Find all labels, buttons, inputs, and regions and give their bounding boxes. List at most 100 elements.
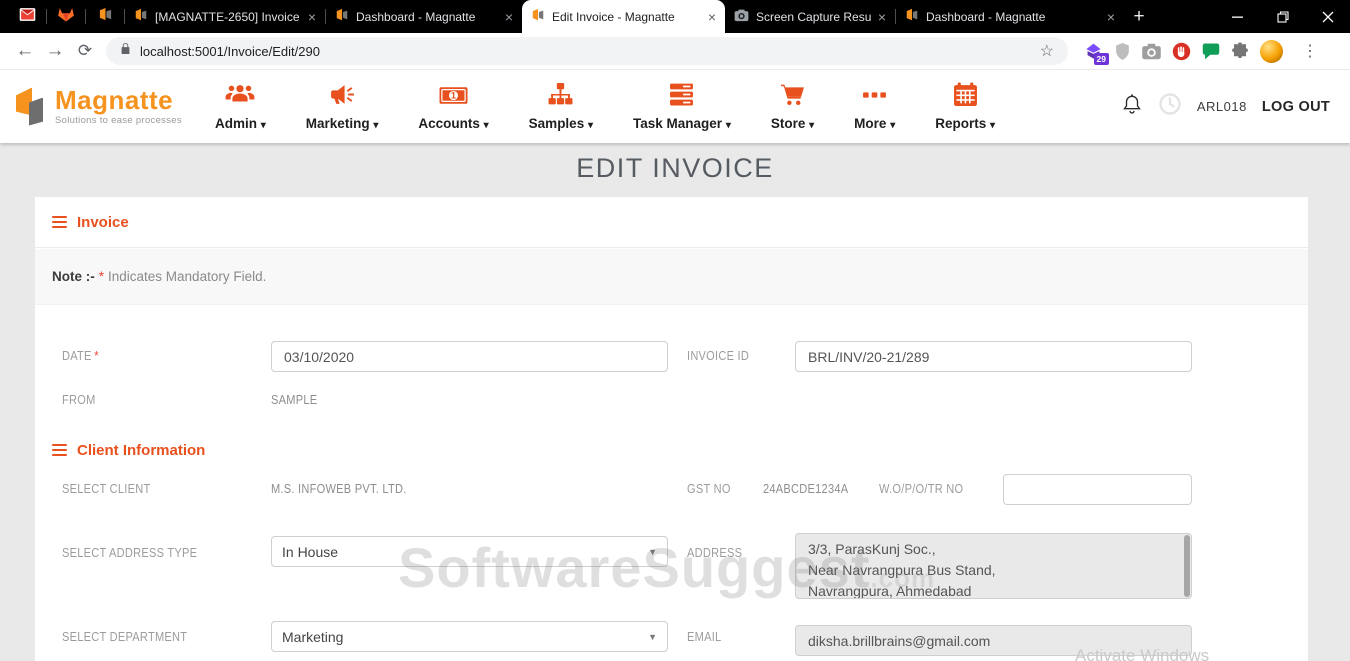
hamburger-icon <box>52 444 67 457</box>
chevron-down-icon: ▾ <box>373 120 378 131</box>
tab-close-icon[interactable]: × <box>505 10 513 24</box>
address-type-select[interactable]: In House ▼ <box>271 536 668 567</box>
banknote-icon: 1 <box>439 84 468 112</box>
menu-store[interactable]: Store ▾ <box>771 82 814 131</box>
browser-tab-active[interactable]: Edit Invoice - Magnatte × <box>522 0 725 33</box>
chevron-down-icon: ▾ <box>726 120 731 131</box>
ellipsis-icon <box>861 82 888 112</box>
tab-title: Dashboard - Magnatte <box>926 10 1100 24</box>
department-label: SELECT DEPARTMENT <box>62 629 187 644</box>
menu-accounts[interactable]: 1 Accounts ▾ <box>418 84 488 131</box>
menu-label: Accounts <box>418 116 480 131</box>
tab-title: [MAGNATTE-2650] Invoice <box>155 10 301 24</box>
screenshot-camera-icon[interactable] <box>1142 43 1161 60</box>
browser-tab[interactable]: Dashboard - Magnatte × <box>896 0 1124 33</box>
note-prefix: Note :- <box>52 269 95 284</box>
email-label: EMAIL <box>687 629 721 644</box>
calendar-icon <box>953 82 978 112</box>
clock-icon[interactable] <box>1158 92 1182 121</box>
menu-reports[interactable]: Reports ▾ <box>935 82 995 131</box>
menu-label: Marketing <box>306 116 370 131</box>
shield-icon[interactable] <box>1114 42 1131 61</box>
extension-purple-icon[interactable]: 29 <box>1084 42 1103 61</box>
browser-tab[interactable]: Dashboard - Magnatte × <box>326 0 522 33</box>
new-tab-button[interactable]: + <box>1124 6 1154 28</box>
menu-label: Samples <box>529 116 585 131</box>
username-text[interactable]: ARL018 <box>1197 99 1247 114</box>
extensions-area: 29 ⋮ <box>1084 40 1318 63</box>
window-restore-button[interactable] <box>1260 0 1305 33</box>
tab-close-icon[interactable]: × <box>878 10 886 24</box>
pinned-tab-gmail[interactable] <box>8 6 46 28</box>
section-client-header: Client Information <box>35 435 205 465</box>
url-text[interactable]: localhost:5001/Invoice/Edit/290 <box>140 44 320 59</box>
chevron-down-icon: ▾ <box>809 120 814 131</box>
forward-button[interactable]: → <box>40 40 70 62</box>
adblock-hand-icon[interactable] <box>1172 42 1191 61</box>
tab-title: Screen Capture Result <box>756 10 871 24</box>
page-body: EDIT INVOICE Invoice Note :- * Indicates… <box>0 143 1350 661</box>
magnatte-logo-icon <box>16 86 46 128</box>
url-omnibox[interactable]: localhost:5001/Invoice/Edit/290 ☆ <box>106 37 1068 65</box>
pinned-tabs <box>8 0 125 33</box>
menu-label: Reports <box>935 116 986 131</box>
chevron-down-icon: ▾ <box>588 120 593 131</box>
textarea-scrollbar[interactable] <box>1184 535 1190 597</box>
tab-close-icon[interactable]: × <box>308 10 316 24</box>
megaphone-icon <box>329 82 356 112</box>
notifications-bell-icon[interactable] <box>1121 93 1143 121</box>
extension-badge: 29 <box>1094 53 1109 65</box>
window-close-button[interactable] <box>1305 0 1350 33</box>
department-select[interactable]: Marketing ▼ <box>271 621 668 652</box>
wo-po-tr-input[interactable] <box>1003 474 1192 505</box>
chevron-down-icon: ▾ <box>890 120 895 131</box>
address-label: ADDRESS <box>687 545 742 560</box>
menu-more[interactable]: More ▾ <box>854 82 895 131</box>
address-textarea: 3/3, ParasKunj Soc., Near Navrangpura Bu… <box>795 533 1192 599</box>
lock-icon <box>120 42 131 60</box>
date-input[interactable] <box>271 341 668 372</box>
asterisk-icon: * <box>99 269 104 284</box>
servers-icon <box>668 82 695 112</box>
bookmark-star-icon[interactable]: ☆ <box>1040 41 1054 61</box>
address-type-value: In House <box>282 544 338 560</box>
refresh-button[interactable]: ⟳ <box>70 41 100 61</box>
menu-admin[interactable]: Admin ▾ <box>215 82 266 131</box>
mandatory-note: Note :- * Indicates Mandatory Field. <box>35 249 1308 305</box>
menu-marketing[interactable]: Marketing ▾ <box>306 82 379 131</box>
profile-avatar[interactable] <box>1260 40 1283 63</box>
section-title: Client Information <box>77 442 205 459</box>
logout-button[interactable]: LOG OUT <box>1262 99 1330 115</box>
chat-bubble-icon[interactable] <box>1202 42 1220 60</box>
browser-tab[interactable]: Screen Capture Result × <box>725 0 895 33</box>
gst-value: 24ABCDE1234A <box>763 481 848 496</box>
brand-name: Magnatte <box>55 87 182 113</box>
menu-samples[interactable]: Samples ▾ <box>529 82 593 131</box>
pinned-tab-gitlab[interactable] <box>47 5 85 28</box>
select-client-value: M.S. INFOWEB PVT. LTD. <box>271 481 407 496</box>
menu-label: Store <box>771 116 806 131</box>
chevron-down-icon: ▼ <box>648 547 657 557</box>
browser-tab[interactable]: [MAGNATTE-2650] Invoice × <box>125 0 325 33</box>
pinned-tab-magnatte[interactable] <box>86 7 124 27</box>
address-type-label: SELECT ADDRESS TYPE <box>62 545 197 560</box>
tab-close-icon[interactable]: × <box>708 10 716 24</box>
puzzle-extensions-icon[interactable] <box>1231 42 1249 60</box>
window-minimize-button[interactable] <box>1215 0 1260 33</box>
back-button[interactable]: ← <box>10 40 40 62</box>
camera-icon <box>734 8 749 26</box>
app-navbar: Magnatte Solutions to ease processes Adm… <box>0 70 1350 143</box>
required-asterisk: * <box>94 348 99 363</box>
invoice-id-input[interactable] <box>795 341 1192 372</box>
magnatte-logo[interactable]: Magnatte Solutions to ease processes <box>16 86 201 128</box>
from-value: SAMPLE <box>271 392 317 407</box>
magnatte-favicon <box>905 8 919 25</box>
activate-windows-watermark: Activate Windows <box>1075 646 1209 661</box>
tab-close-icon[interactable]: × <box>1107 10 1115 24</box>
cart-icon <box>779 82 806 112</box>
magnatte-favicon <box>134 8 148 25</box>
menu-task-manager[interactable]: Task Manager ▾ <box>633 82 731 131</box>
gitlab-icon <box>57 5 75 28</box>
chevron-down-icon: ▼ <box>648 632 657 642</box>
browser-menu-icon[interactable]: ⋮ <box>1302 41 1318 61</box>
